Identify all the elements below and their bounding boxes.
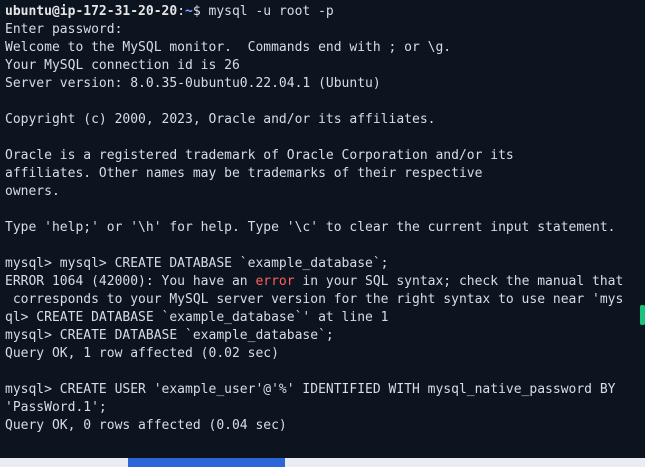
output-line: Server version: 8.0.35-0ubuntu0.22.04.1 …	[5, 76, 381, 91]
scrollbar-thumb[interactable]	[640, 305, 645, 325]
output-line: Enter password:	[5, 22, 123, 37]
mysql-command-line: mysql> CREATE USER 'example_user'@'%' ID…	[5, 382, 616, 397]
mysql-command-line: mysql> CREATE DATABASE `example_database…	[5, 328, 334, 343]
output-line: Type 'help;' or '\h' for help. Type '\c'…	[5, 220, 616, 235]
error-suffix: in your SQL syntax; check the manual tha…	[294, 274, 624, 289]
output-line: Your MySQL connection id is 26	[5, 58, 240, 73]
output-line: corresponds to your MySQL server version…	[5, 292, 624, 307]
shell-prompt-line: ubuntu@ip-172-31-20-20:~$ mysql -u root …	[5, 3, 334, 21]
mysql-command-line: mysql> mysql> CREATE DATABASE `example_d…	[5, 256, 389, 271]
prompt-path: ~	[185, 4, 193, 19]
output-line: affiliates. Other names may be trademark…	[5, 166, 483, 181]
error-prefix: ERROR 1064 (42000): You have an	[5, 274, 256, 289]
output-line: owners.	[5, 184, 60, 199]
bottom-panel	[0, 458, 645, 467]
output-line: Welcome to the MySQL monitor. Commands e…	[5, 40, 452, 55]
output-line: Copyright (c) 2000, 2023, Oracle and/or …	[5, 112, 436, 127]
output-line: Query OK, 0 rows affected (0.04 sec)	[5, 418, 287, 433]
error-line: ERROR 1064 (42000): You have an error in…	[5, 273, 623, 291]
error-word: error	[255, 274, 295, 289]
output-line: ql> CREATE DATABASE `example_database`' …	[5, 310, 389, 325]
taskbar-button[interactable]	[128, 458, 285, 467]
output-line: Oracle is a registered trademark of Orac…	[5, 148, 514, 163]
prompt-command: mysql -u root -p	[200, 4, 334, 19]
prompt-user: ubuntu@ip-172-31-20-20	[5, 4, 178, 19]
terminal-window[interactable]: ubuntu@ip-172-31-20-20:~$ mysql -u root …	[0, 0, 645, 458]
prompt-symbol: $	[192, 4, 201, 19]
output-line: 'PassWord.1';	[5, 400, 107, 415]
output-line: Query OK, 1 row affected (0.02 sec)	[5, 346, 279, 361]
prompt-separator: :	[177, 4, 186, 19]
